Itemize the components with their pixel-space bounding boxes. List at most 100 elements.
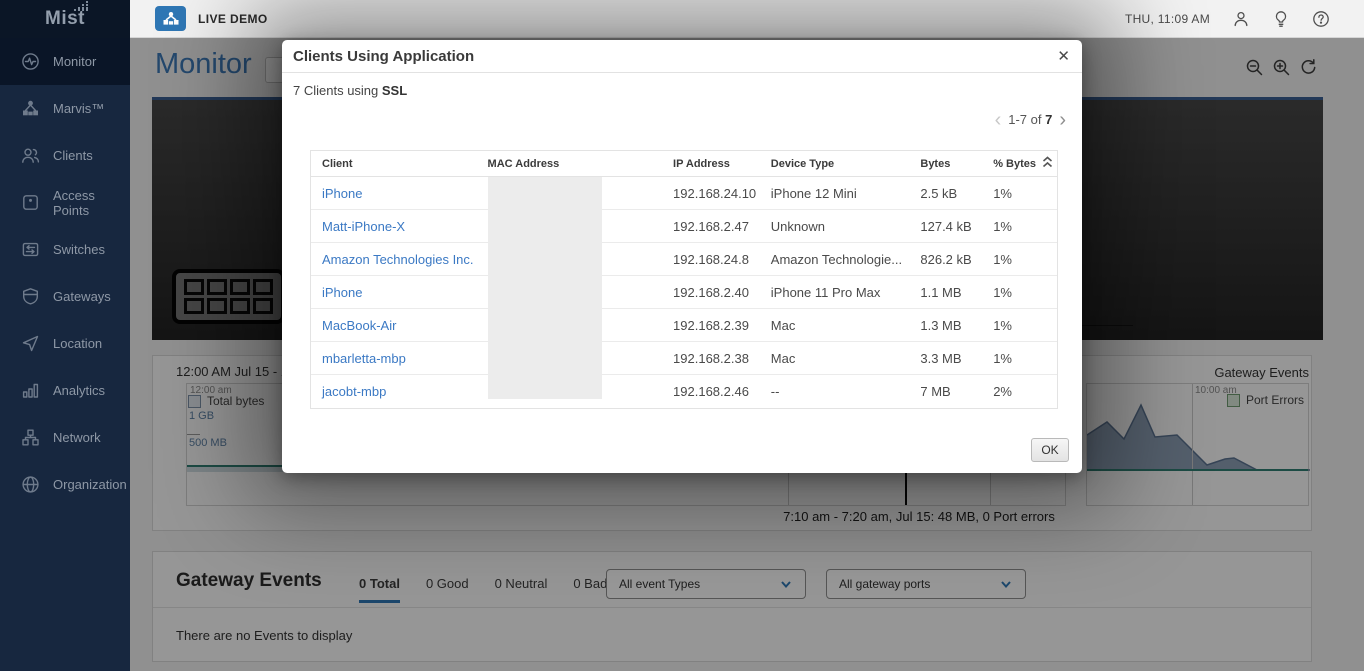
sidebar-item-switches[interactable]: Switches [0, 226, 130, 273]
sidebar-item-network[interactable]: Network [0, 414, 130, 461]
column-header-ip-address[interactable]: IP Address [662, 158, 760, 170]
percent-bytes-cell: 1% [982, 252, 1057, 267]
location-icon [21, 334, 40, 353]
bytes-cell: 1.3 MB [909, 318, 982, 333]
ip-address-cell: 192.168.2.46 [662, 384, 760, 399]
clients-using-application-modal: Clients Using Application ✕ 7 Clients us… [282, 40, 1082, 473]
clock-label: THU, 11:09 AM [1125, 12, 1210, 26]
column-header-bytes[interactable]: % Bytes [982, 156, 1057, 171]
help-icon[interactable] [1311, 9, 1330, 28]
network-icon [21, 428, 40, 447]
ok-button[interactable]: OK [1031, 438, 1069, 462]
percent-bytes-cell: 1% [982, 318, 1057, 333]
sidebar-item-marvis[interactable]: Marvis™ [0, 85, 130, 132]
user-icon[interactable] [1231, 9, 1250, 28]
modal-subtitle: 7 Clients using SSL [293, 83, 407, 98]
column-header-bytes[interactable]: Bytes [909, 158, 982, 170]
table-row: Amazon Technologies Inc.192.168.24.8Amaz… [311, 243, 1057, 276]
sidebar-item-label: Location [53, 336, 102, 351]
logo-text: Mist [45, 8, 85, 29]
marvis-icon [21, 99, 40, 118]
column-header-client[interactable]: Client [311, 158, 477, 170]
sidebar-item-location[interactable]: Location [0, 320, 130, 367]
client-link[interactable]: iPhone [311, 186, 477, 201]
table-row: jacobt-mbp192.168.2.46--7 MB2% [311, 375, 1057, 408]
sidebar-item-clients[interactable]: Clients [0, 132, 130, 179]
bytes-cell: 127.4 kB [909, 219, 982, 234]
logo-dots-icon [71, 1, 89, 11]
device-type-cell: Amazon Technologie... [760, 252, 910, 267]
gateways-icon [21, 287, 40, 306]
client-link[interactable]: jacobt-mbp [311, 384, 477, 399]
device-type-cell: iPhone 12 Mini [760, 186, 910, 201]
sidebar-item-label: Network [53, 430, 101, 445]
org-network-icon [155, 6, 186, 31]
sidebar-nav: Monitor Marvis™ Clients Access Points Switch… [0, 38, 130, 508]
sidebar-item-label: Organization [53, 477, 127, 492]
column-header-mac-address[interactable]: MAC Address [477, 158, 662, 170]
bytes-cell: 2.5 kB [909, 186, 982, 201]
percent-bytes-cell: 1% [982, 351, 1057, 366]
live-demo-label: LIVE DEMO [198, 12, 268, 26]
monitor-icon [21, 52, 40, 71]
mist-logo[interactable]: Mist [0, 0, 130, 38]
lightbulb-icon[interactable] [1271, 9, 1290, 28]
table-row: MacBook-Air 192.168.2.39Mac1.3 MB1% [311, 309, 1057, 342]
sidebar: Mist Monitor Marvis™ Clients Access Points S… [0, 0, 130, 671]
clients-icon [21, 146, 40, 165]
device-type-cell: Unknown [760, 219, 910, 234]
sidebar-item-organization[interactable]: Organization [0, 461, 130, 508]
sort-ascending-icon[interactable] [1042, 156, 1053, 171]
client-link[interactable]: Amazon Technologies Inc. [311, 252, 477, 267]
sidebar-item-monitor[interactable]: Monitor [0, 38, 130, 85]
table-row: iPhone 192.168.24.10iPhone 12 Mini2.5 kB1… [311, 177, 1057, 210]
ip-address-cell: 192.168.2.39 [662, 318, 760, 333]
ip-address-cell: 192.168.2.47 [662, 219, 760, 234]
modal-title: Clients Using Application [293, 48, 474, 65]
sidebar-item-label: Access Points [53, 188, 130, 218]
org-badge[interactable]: LIVE DEMO [155, 6, 268, 31]
ip-address-cell: 192.168.2.40 [662, 285, 760, 300]
sidebar-item-access-points[interactable]: Access Points [0, 179, 130, 226]
bytes-cell: 1.1 MB [909, 285, 982, 300]
sidebar-item-label: Clients [53, 148, 93, 163]
device-type-cell: iPhone 11 Pro Max [760, 285, 910, 300]
mac-redaction-overlay [488, 177, 602, 399]
close-icon[interactable]: ✕ [1057, 47, 1070, 65]
sidebar-item-label: Analytics [53, 383, 105, 398]
sidebar-item-label: Switches [53, 242, 105, 257]
page-range-label: 1-7 of 7 [1008, 112, 1052, 127]
next-page-button[interactable]: › [1059, 113, 1066, 127]
table-row: iPhone 192.168.2.40iPhone 11 Pro Max1.1 M… [311, 276, 1057, 309]
percent-bytes-cell: 1% [982, 186, 1057, 201]
sidebar-item-label: Monitor [53, 54, 96, 69]
organization-icon [21, 475, 40, 494]
pagination: ‹ 1-7 of 7 › [995, 112, 1066, 127]
screen: Mist Monitor Marvis™ Clients Access Points S… [0, 0, 1364, 671]
table-header: ClientMAC AddressIP AddressDevice TypeBy… [311, 151, 1057, 177]
clients-table: ClientMAC AddressIP AddressDevice TypeBy… [310, 150, 1058, 409]
client-link[interactable]: mbarletta-mbp [311, 351, 477, 366]
client-link[interactable]: MacBook-Air [311, 318, 477, 333]
sidebar-item-analytics[interactable]: Analytics [0, 367, 130, 414]
switches-icon [21, 240, 40, 259]
client-link[interactable]: Matt-iPhone-X [311, 219, 477, 234]
ip-address-cell: 192.168.2.38 [662, 351, 760, 366]
access-points-icon [21, 193, 40, 212]
application-name: SSL [382, 83, 407, 98]
prev-page-button[interactable]: ‹ [995, 113, 1002, 127]
bytes-cell: 826.2 kB [909, 252, 982, 267]
column-header-device-type[interactable]: Device Type [760, 158, 910, 170]
sidebar-item-label: Marvis™ [53, 101, 104, 116]
client-link[interactable]: iPhone [311, 285, 477, 300]
topbar: LIVE DEMO THU, 11:09 AM [130, 0, 1364, 38]
bytes-cell: 7 MB [909, 384, 982, 399]
ip-address-cell: 192.168.24.10 [662, 186, 760, 201]
device-type-cell: Mac [760, 318, 910, 333]
table-row: mbarletta-mbp192.168.2.38Mac3.3 MB1% [311, 342, 1057, 375]
device-type-cell: Mac [760, 351, 910, 366]
sidebar-item-gateways[interactable]: Gateways [0, 273, 130, 320]
analytics-icon [21, 381, 40, 400]
percent-bytes-cell: 1% [982, 285, 1057, 300]
device-type-cell: -- [760, 384, 910, 399]
